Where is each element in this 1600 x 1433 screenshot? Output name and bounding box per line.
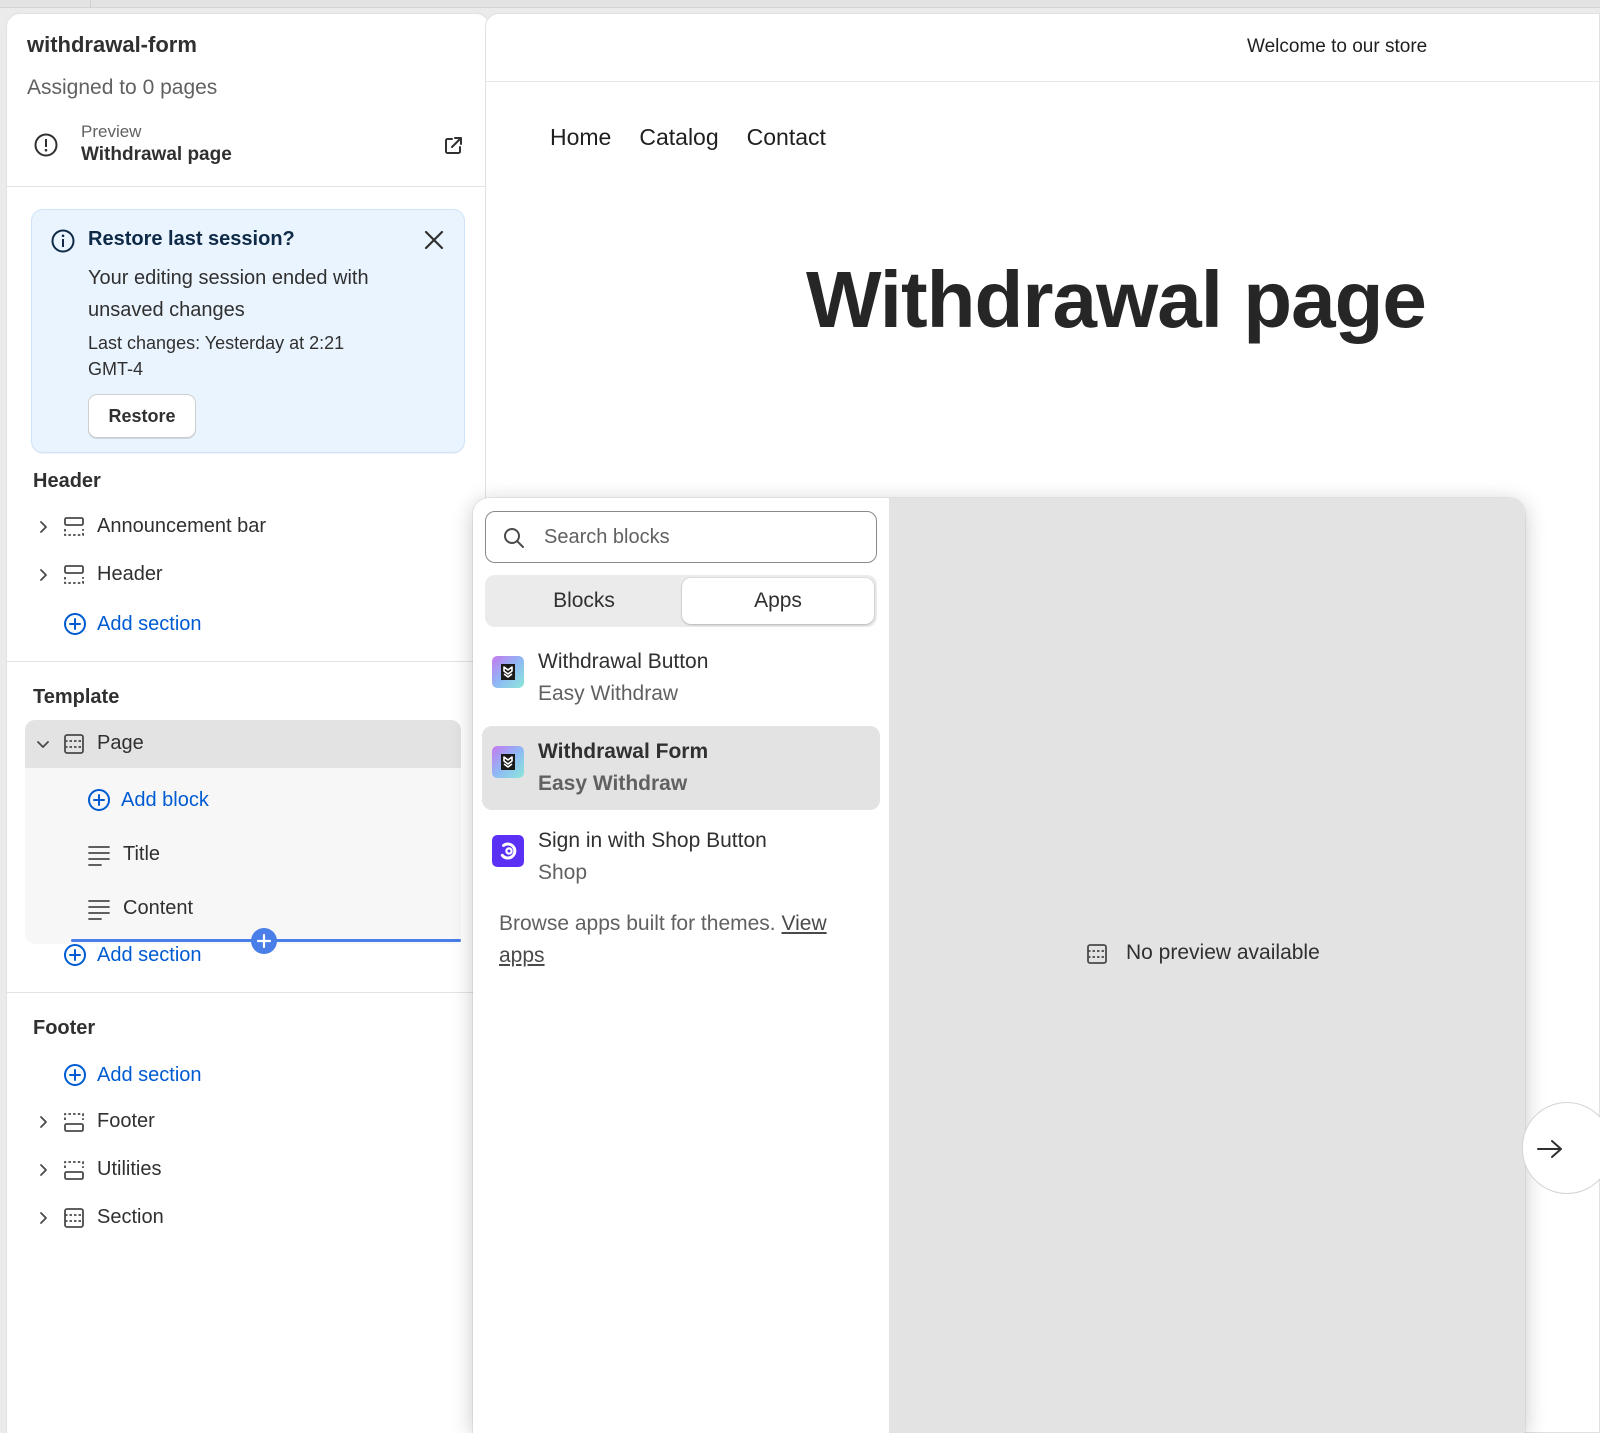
plus-circle-icon <box>88 789 110 811</box>
app-block-item[interactable]: Sign in with Shop Button Shop <box>482 815 880 899</box>
section-label: Footer <box>97 1110 155 1132</box>
section-label: Header <box>97 563 163 585</box>
footer-group-heading: Footer <box>33 1017 96 1039</box>
section-header-icon <box>64 565 84 584</box>
search-input[interactable] <box>544 522 864 552</box>
section-header-icon <box>64 517 84 536</box>
banner-last-changes: Last changes: Yesterday at 2:21 GMT-4 <box>88 333 345 379</box>
app-vendor-name: Easy Withdraw <box>538 772 688 795</box>
nav-link-home[interactable]: Home <box>550 124 611 151</box>
header-group-heading: Header <box>33 470 101 492</box>
add-block-label: Add block <box>121 789 209 811</box>
app-block-name: Sign in with Shop Button <box>538 829 767 852</box>
add-section-label: Add section <box>97 613 202 635</box>
store-navigation: Home Catalog Contact <box>550 124 854 151</box>
section-generic[interactable]: Section <box>27 1195 467 1241</box>
preview-page-name: Withdrawal page <box>81 144 232 165</box>
chevron-down-icon[interactable] <box>35 736 51 752</box>
section-announcement-bar[interactable]: Announcement bar <box>27 504 467 550</box>
section-footer[interactable]: Footer <box>27 1099 467 1145</box>
arrow-right-icon <box>1537 1140 1562 1158</box>
add-section-label: Add section <box>97 944 202 966</box>
announcement-bar: Welcome to our store <box>486 14 1600 82</box>
block-preview-pane: No preview available <box>889 498 1525 1433</box>
next-arrow-button[interactable] <box>1522 1102 1600 1194</box>
tab-apps[interactable]: Apps <box>682 578 874 624</box>
close-icon[interactable] <box>422 228 446 252</box>
search-icon <box>504 528 524 548</box>
plus-circle-icon <box>64 1064 86 1086</box>
announcement-text: Welcome to our store <box>1247 36 1428 57</box>
section-label: Section <box>97 1206 164 1228</box>
insert-here-button[interactable] <box>251 928 277 954</box>
chevron-right-icon[interactable] <box>35 519 51 535</box>
text-lines-icon <box>88 846 110 866</box>
section-icon <box>1087 944 1107 964</box>
section-page[interactable]: Page <box>25 720 461 768</box>
section-icon <box>64 734 84 754</box>
section-label: Utilities <box>97 1158 162 1180</box>
picker-tabs: Blocks Apps <box>485 575 877 627</box>
block-label: Content <box>123 897 194 919</box>
browse-apps-label: Browse apps built for themes. <box>499 912 776 935</box>
section-label: Page <box>97 732 144 754</box>
browse-apps-text: Browse apps built for themes. View apps <box>499 908 869 972</box>
app-vendor-name: Easy Withdraw <box>538 682 679 705</box>
alert-circle-icon <box>34 133 58 157</box>
block-picker-popover: Blocks Apps Withdrawal Button Easy Withd… <box>473 498 1525 1433</box>
app-vendor-name: Shop <box>538 861 588 884</box>
page-title: Withdrawal page <box>806 255 1427 344</box>
chevron-right-icon[interactable] <box>35 1162 51 1178</box>
divider <box>7 992 489 993</box>
restore-session-banner: Restore last session? Your editing sessi… <box>31 209 465 453</box>
app-block-item-selected[interactable]: Withdrawal Form Easy Withdraw <box>482 726 880 810</box>
plus-circle-icon <box>64 613 86 635</box>
easy-withdraw-app-icon <box>492 746 524 778</box>
plus-circle-icon <box>64 944 86 966</box>
external-link-icon[interactable] <box>441 134 465 158</box>
preview-selector[interactable]: Preview Withdrawal page <box>27 120 467 176</box>
restore-button[interactable]: Restore <box>88 394 196 438</box>
block-label: Title <box>123 843 161 865</box>
nav-link-contact[interactable]: Contact <box>747 124 826 151</box>
app-block-name: Withdrawal Form <box>538 740 709 763</box>
add-section-label: Add section <box>97 1064 202 1086</box>
easy-withdraw-app-icon <box>492 656 524 688</box>
page-section-group: Page Add block Title Content <box>25 720 461 944</box>
chevron-right-icon[interactable] <box>35 1114 51 1130</box>
banner-body: Your editing session ended with unsaved … <box>88 267 369 321</box>
section-header[interactable]: Header <box>27 552 467 598</box>
theme-editor-sidebar: withdrawal-form Assigned to 0 pages Prev… <box>6 13 490 1433</box>
template-name: withdrawal-form <box>27 32 197 57</box>
browser-top-strip <box>0 0 1600 8</box>
plus-icon <box>256 933 272 949</box>
info-icon <box>51 229 75 253</box>
section-label: Announcement bar <box>97 515 267 537</box>
assigned-pages-text: Assigned to 0 pages <box>27 76 218 99</box>
shop-app-icon <box>492 835 524 867</box>
banner-title: Restore last session? <box>88 228 295 250</box>
tab-blocks[interactable]: Blocks <box>488 578 680 624</box>
template-group-heading: Template <box>33 686 120 708</box>
app-block-name: Withdrawal Button <box>538 650 709 673</box>
app-block-item[interactable]: Withdrawal Button Easy Withdraw <box>482 636 880 720</box>
no-preview-text: No preview available <box>1126 941 1320 964</box>
section-footer-icon <box>64 1113 84 1132</box>
text-lines-icon <box>88 900 110 920</box>
divider <box>7 661 489 662</box>
preview-label: Preview <box>81 122 142 141</box>
section-utilities[interactable]: Utilities <box>27 1147 467 1193</box>
chevron-right-icon[interactable] <box>35 1210 51 1226</box>
divider <box>7 186 489 187</box>
section-footer-icon <box>64 1161 84 1180</box>
chevron-right-icon[interactable] <box>35 567 51 583</box>
section-icon <box>64 1208 84 1228</box>
search-blocks-field[interactable] <box>485 511 877 563</box>
nav-link-catalog[interactable]: Catalog <box>639 124 718 151</box>
